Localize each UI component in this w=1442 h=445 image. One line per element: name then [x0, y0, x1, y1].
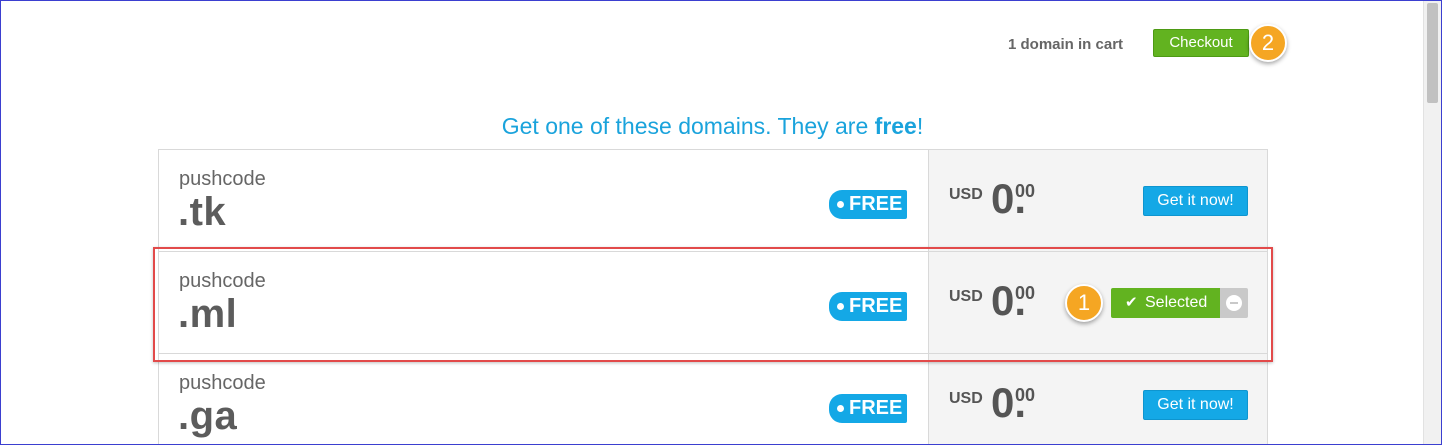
free-badge: FREE — [829, 394, 907, 423]
headline-suffix: ! — [916, 113, 924, 139]
domain-sld: pushcode — [179, 168, 266, 190]
price-currency: USD — [949, 288, 983, 305]
domain-sld: pushcode — [179, 372, 266, 394]
get-it-now-button[interactable]: Get it now! — [1143, 390, 1248, 420]
free-badge-label: FREE — [849, 397, 903, 419]
bullet-icon — [837, 201, 844, 208]
domain-price-cell: USD 0. 00 Get it now! — [928, 150, 1267, 252]
page-headline: Get one of these domains. They are free! — [0, 113, 1425, 140]
price-decimal: 00 — [1015, 283, 1036, 303]
get-it-now-button[interactable]: Get it now! — [1143, 186, 1248, 216]
free-badge-label: FREE — [849, 193, 903, 215]
domain-name-cell: pushcode .ml FREE — [159, 252, 928, 354]
domain-tld: .ml — [178, 292, 238, 336]
price-currency: USD — [949, 390, 983, 407]
domain-name-cell: pushcode .tk FREE — [159, 150, 928, 252]
domain-price-cell: USD 0. 00 Get it now! — [928, 354, 1267, 445]
scrollbar-thumb[interactable] — [1427, 3, 1438, 103]
cart-count: 1 domain in cart — [1008, 36, 1124, 53]
domain-row-ga: pushcode .ga FREE USD 0. 00 Get it now! — [159, 354, 1267, 445]
price-decimal: 00 — [1015, 385, 1036, 405]
free-badge: FREE — [829, 292, 907, 321]
free-badge-label: FREE — [849, 295, 903, 317]
bullet-icon — [837, 303, 844, 310]
domain-tld: .tk — [178, 190, 227, 234]
headline-emphasis: free — [874, 113, 917, 139]
bullet-icon — [837, 405, 844, 412]
step-callout-2: 2 — [1249, 24, 1287, 62]
step-callout-1: 1 — [1065, 284, 1103, 322]
domain-tld: .ga — [178, 394, 238, 438]
checkout-button[interactable]: Checkout — [1153, 29, 1249, 57]
domain-row-tk: pushcode .tk FREE USD 0. 00 Get it now! — [159, 150, 1267, 252]
domain-name-cell: pushcode .ga FREE — [159, 354, 928, 445]
price-currency: USD — [949, 186, 983, 203]
free-badge: FREE — [829, 190, 907, 219]
price-decimal: 00 — [1015, 181, 1036, 201]
selected-label: Selected — [1145, 294, 1208, 311]
vertical-scrollbar[interactable] — [1423, 1, 1441, 444]
headline-prefix: Get one of these domains. They are — [501, 113, 875, 139]
selected-button[interactable]: ✔ Selected — [1111, 288, 1220, 318]
domain-sld: pushcode — [179, 270, 266, 292]
check-icon: ✔ — [1125, 294, 1138, 311]
remove-from-cart-button[interactable] — [1220, 288, 1248, 318]
minus-circle-icon — [1226, 295, 1242, 311]
